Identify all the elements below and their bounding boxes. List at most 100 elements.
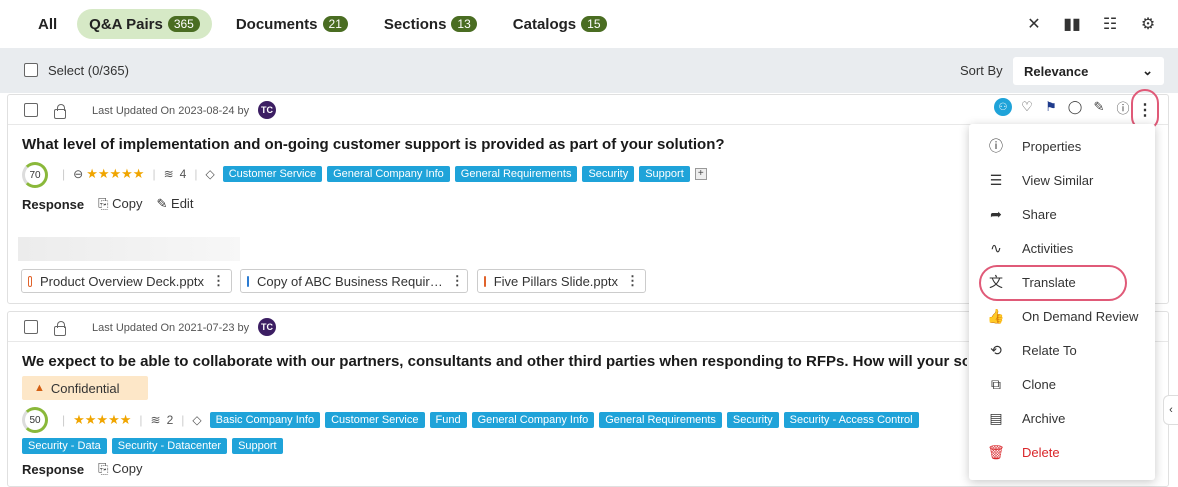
tools-icon[interactable]: ✕: [1022, 12, 1046, 36]
card-tags-row2: Security - Data Security - Datacenter Su…: [22, 438, 288, 454]
menu-item-share[interactable]: ➦ Share: [969, 197, 1155, 231]
card-checkbox[interactable]: [24, 103, 38, 117]
menu-item-clone[interactable]: ⧉ Clone: [969, 367, 1155, 401]
tag-chip[interactable]: Security - Data: [22, 438, 107, 454]
menu-item-label: Archive: [1022, 410, 1066, 426]
star-rating[interactable]: ★★★★★: [86, 166, 144, 182]
more-vertical-icon[interactable]: ⋮: [626, 273, 639, 289]
tag-chip[interactable]: Customer Service: [325, 412, 425, 428]
more-vertical-icon[interactable]: ⋮: [212, 273, 225, 289]
more-options-menu: ⓘ Properties ☰ View Similar ➦ Share ∿ Activi…: [969, 124, 1155, 480]
tag-chip[interactable]: Fund: [429, 412, 467, 428]
card-meta: | ⊖ ★★★★★ | ≋ 4 | ◇ Customer Service Gen…: [54, 166, 707, 182]
lock-icon: [54, 104, 66, 119]
menu-item-relate-to[interactable]: ⟲ Relate To: [969, 333, 1155, 367]
tab-label: Q&A Pairs: [89, 15, 163, 33]
menu-item-on-demand-review[interactable]: 👍 On Demand Review: [969, 299, 1155, 333]
minus-circle-icon: ⊖: [73, 167, 84, 181]
response-line: Response ⎘ Copy: [22, 461, 157, 477]
tab-label: Sections: [383, 15, 447, 33]
star-rating[interactable]: ★★★★★: [73, 412, 131, 428]
menu-item-label: Share: [1022, 206, 1057, 222]
tab-all[interactable]: All: [22, 9, 73, 39]
pencil-icon[interactable]: ✎: [1090, 98, 1108, 116]
tag-chip[interactable]: General Company Info: [471, 412, 595, 428]
comment-icon[interactable]: ◯: [1066, 98, 1084, 116]
response-preview-blurred: [18, 237, 240, 261]
tab-label: Catalogs: [512, 15, 577, 33]
tag-chip[interactable]: Security: [582, 166, 635, 182]
menu-item-view-similar[interactable]: ☰ View Similar: [969, 163, 1155, 197]
menu-item-archive[interactable]: ▤ Archive: [969, 401, 1155, 435]
attachment-chip[interactable]: Product Overview Deck.pptx ⋮: [21, 269, 232, 293]
copy-button[interactable]: ⎘ Copy: [98, 461, 142, 477]
copy-label: Copy: [112, 196, 143, 211]
side-panel-toggle[interactable]: ‹: [1163, 395, 1178, 425]
tab-catalogs[interactable]: Catalogs 15: [497, 9, 623, 39]
last-updated-text: Last Updated On 2023-08-24 by: [92, 105, 250, 117]
trash-icon: 🗑: [987, 443, 1005, 460]
menu-item-label: Properties: [1022, 138, 1082, 154]
tag-chip[interactable]: General Requirements: [454, 166, 578, 182]
menu-item-activities[interactable]: ∿ Activities: [969, 231, 1155, 265]
tag-chip[interactable]: Security - Access Control: [783, 412, 919, 428]
activity-icon: ∿: [990, 239, 1002, 256]
tab-sections[interactable]: Sections 13: [368, 9, 493, 39]
copy-button[interactable]: ⎘ Copy: [98, 196, 142, 212]
settings-icon[interactable]: ⚙: [1136, 12, 1160, 36]
more-vertical-icon[interactable]: ⋮: [451, 273, 464, 289]
tag-icon: ◇: [205, 167, 215, 181]
attachment-chip[interactable]: Five Pillars Slide.pptx ⋮: [477, 269, 646, 293]
attachment-chip[interactable]: Copy of ABC Business Requir… ⋮: [240, 269, 468, 293]
edit-label: Edit: [171, 196, 194, 211]
user-badge-icon[interactable]: ⚇: [994, 98, 1012, 116]
share-icon: ➦: [990, 205, 1002, 222]
response-label: Response: [22, 461, 85, 477]
menu-item-label: On Demand Review: [1022, 308, 1139, 324]
tab-count-badge: 21: [322, 16, 348, 32]
add-tag-button[interactable]: +: [694, 168, 707, 180]
tag-chip[interactable]: Security: [726, 412, 779, 428]
flag-icon[interactable]: ⚑: [1042, 98, 1060, 116]
menu-item-properties[interactable]: ⓘ Properties: [969, 129, 1155, 163]
question-text[interactable]: What level of implementation and on-goin…: [22, 136, 725, 153]
pencil-icon: ✎: [156, 196, 172, 211]
bar-chart-icon[interactable]: ▮▮: [1060, 12, 1084, 36]
tab-documents[interactable]: Documents 21: [220, 9, 364, 39]
tag-chip[interactable]: Basic Company Info: [209, 412, 321, 428]
confidential-label: Confidential: [50, 380, 120, 396]
pptx-file-icon: [28, 275, 32, 287]
question-text[interactable]: We expect to be able to collaborate with…: [22, 353, 967, 370]
warning-icon: ▲: [34, 382, 45, 394]
edit-button[interactable]: ✎ Edit: [157, 196, 194, 212]
tag-chip[interactable]: General Requirements: [599, 412, 722, 428]
archive-icon: ▤: [989, 409, 1003, 426]
confidential-badge: ▲ Confidential: [22, 376, 148, 400]
layers-icon: ≋: [163, 167, 174, 181]
attachment-name: Copy of ABC Business Requir…: [257, 273, 443, 289]
tag-chip[interactable]: Support: [639, 166, 690, 182]
tag-chip[interactable]: Support: [232, 438, 283, 454]
avatar[interactable]: TC: [258, 318, 276, 336]
sort-select[interactable]: Relevance ⌄: [1013, 57, 1164, 85]
copy-label: Copy: [112, 461, 143, 476]
menu-item-delete[interactable]: 🗑 Delete: [969, 435, 1155, 469]
document-file-icon: [247, 275, 249, 287]
tag-chip[interactable]: Customer Service: [222, 166, 323, 182]
slide-file-icon: [484, 275, 486, 287]
document-icon: ☰: [989, 171, 1003, 188]
select-all-checkbox[interactable]: [24, 63, 38, 77]
tag-chip[interactable]: Security - Datacenter: [111, 438, 228, 454]
heart-icon[interactable]: ♡: [1018, 98, 1036, 116]
info-icon[interactable]: ⓘ: [1114, 98, 1132, 116]
tag-icon: ◇: [192, 413, 202, 427]
menu-item-label: View Similar: [1022, 172, 1094, 188]
attachment-name: Five Pillars Slide.pptx: [493, 273, 618, 289]
filter-list-icon[interactable]: ☷: [1098, 12, 1122, 36]
avatar[interactable]: TC: [258, 101, 276, 119]
attachment-name: Product Overview Deck.pptx: [39, 273, 204, 289]
card-checkbox[interactable]: [24, 320, 38, 334]
tab-count-badge: 365: [167, 16, 200, 32]
tag-chip[interactable]: General Company Info: [327, 166, 450, 182]
tab-qa-pairs[interactable]: Q&A Pairs 365: [77, 9, 212, 39]
